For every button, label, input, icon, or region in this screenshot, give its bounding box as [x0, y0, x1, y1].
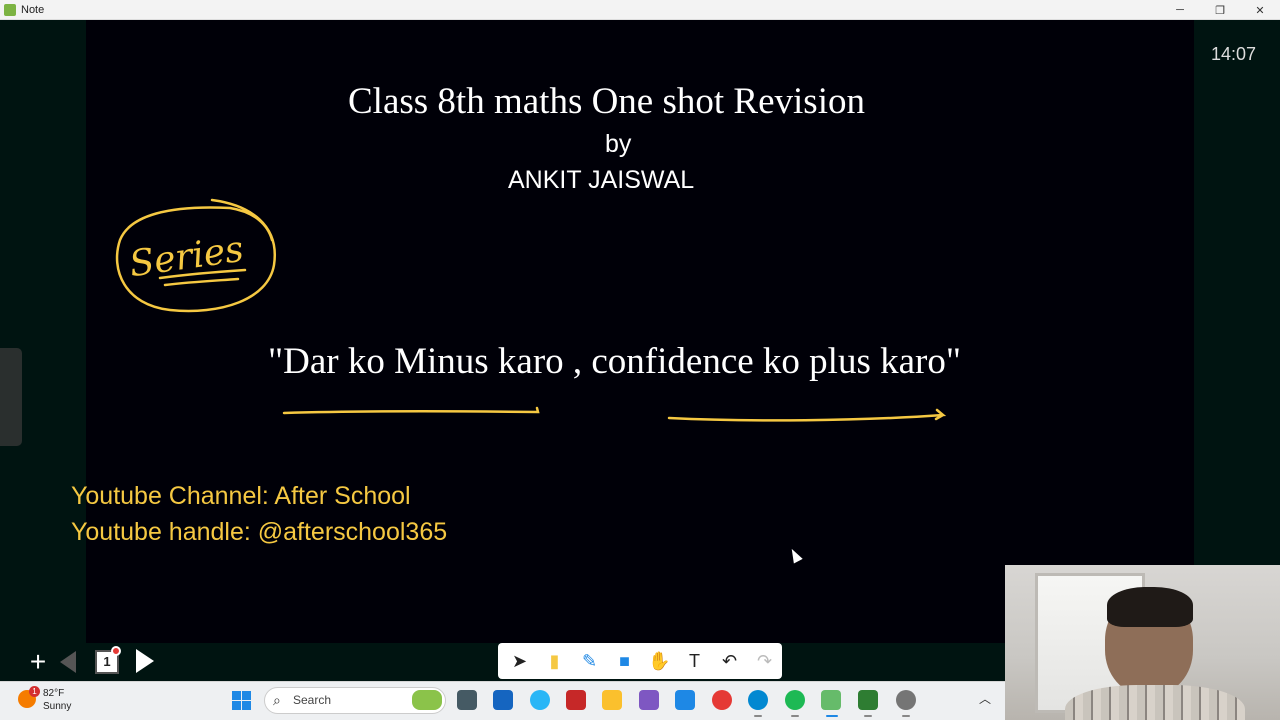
page-badge	[111, 646, 121, 656]
recorder-icon[interactable]	[896, 690, 916, 710]
tray-chevron-icon[interactable]: ︿	[979, 690, 991, 707]
excel-running-indicator	[864, 715, 872, 717]
calculator-icon[interactable]	[675, 690, 695, 710]
edge-running-indicator	[754, 715, 762, 717]
text-tool-icon[interactable]: T	[677, 646, 712, 676]
note-active-indicator	[826, 715, 838, 717]
excel-icon[interactable]	[858, 690, 878, 710]
series-handwriting: Series	[127, 229, 246, 286]
highlighter-tool-icon[interactable]: ▮	[537, 646, 572, 676]
undo-tool-icon[interactable]: ↶	[712, 646, 747, 676]
edge-icon[interactable]	[748, 690, 768, 710]
search-highlight-icon	[412, 690, 442, 710]
previous-page-button[interactable]	[60, 651, 76, 673]
start-icon[interactable]	[232, 691, 251, 710]
underline-plus	[667, 408, 947, 422]
copilot-icon[interactable]	[639, 690, 659, 710]
recorder-running-indicator	[902, 715, 910, 717]
security-icon[interactable]	[566, 690, 586, 710]
webcam-person-shirt	[1065, 685, 1245, 720]
chrome-icon[interactable]	[712, 690, 732, 710]
search-icon: ⌕	[273, 692, 281, 708]
search-placeholder: Search	[293, 693, 332, 707]
spotify-running-indicator	[791, 715, 799, 717]
webcam-person-hair	[1107, 587, 1193, 627]
weather-badge: 1	[29, 686, 40, 697]
task-view-icon[interactable]	[457, 690, 477, 710]
drawing-toolbar: ➤ ▮ ✎ ■ ✋ T ↶ ↷	[498, 643, 782, 679]
weather-condition[interactable]: Sunny	[43, 701, 71, 712]
file-explorer-icon[interactable]	[602, 690, 622, 710]
hand-tool-icon[interactable]: ✋	[642, 646, 677, 676]
underline-minus	[282, 406, 540, 415]
add-page-button[interactable]: +	[24, 648, 52, 676]
webcam-overlay	[1005, 565, 1280, 720]
pen-tool-icon[interactable]: ✎	[572, 646, 607, 676]
redo-tool-icon[interactable]: ↷	[747, 646, 782, 676]
shape-tool-icon[interactable]: ■	[607, 646, 642, 676]
next-page-button[interactable]	[136, 649, 154, 673]
series-underline-2	[163, 277, 240, 287]
select-tool-icon[interactable]: ➤	[502, 646, 537, 676]
note-taskbar-icon[interactable]	[821, 690, 841, 710]
temperature[interactable]: 82°F	[43, 688, 64, 699]
browser-icon[interactable]	[530, 690, 550, 710]
spotify-icon[interactable]	[785, 690, 805, 710]
store-icon[interactable]	[493, 690, 513, 710]
